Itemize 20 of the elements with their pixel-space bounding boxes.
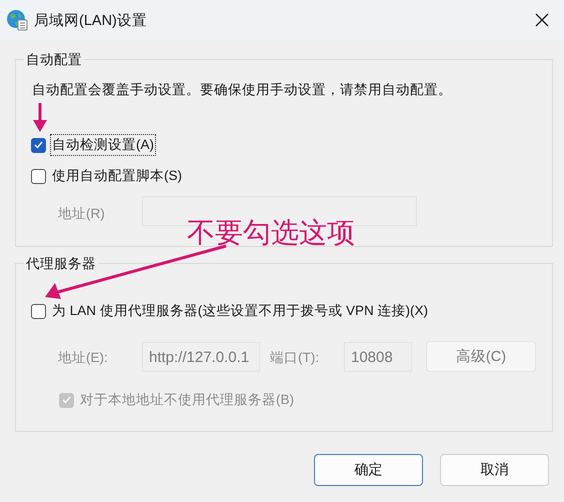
field-label: 端口(T):	[270, 349, 319, 367]
ok-button[interactable]: 确定	[314, 454, 423, 486]
cancel-button[interactable]: 取消	[440, 454, 549, 486]
description-text: 自动配置会覆盖手动设置。要确保使用手动设置，请禁用自动配置。	[32, 81, 452, 99]
checkbox[interactable]	[31, 168, 46, 184]
annotation-text: 不要勾选这项	[187, 216, 355, 250]
check-icon	[62, 396, 71, 404]
checkbox-label[interactable]: 使用自动配置脚本(S)	[50, 165, 184, 187]
group-title: 代理服务器	[24, 255, 98, 273]
checkbox[interactable]	[31, 304, 46, 318]
group-title: 自动配置	[24, 51, 84, 69]
annotation-arrow	[33, 103, 47, 132]
window-title: 局域网(LAN)设置	[34, 12, 148, 30]
checkbox-label[interactable]: 为 LAN 使用代理服务器(这些设置不用于拨号或 VPN 连接)(X)	[50, 300, 430, 322]
check-icon	[34, 141, 43, 149]
checkbox[interactable]	[31, 138, 46, 152]
globe-icon	[6, 9, 28, 31]
field-label: 地址(R)	[58, 205, 105, 223]
field-label: 地址(E):	[58, 349, 108, 367]
checkbox-label[interactable]: 自动检测设置(A)	[50, 134, 156, 156]
